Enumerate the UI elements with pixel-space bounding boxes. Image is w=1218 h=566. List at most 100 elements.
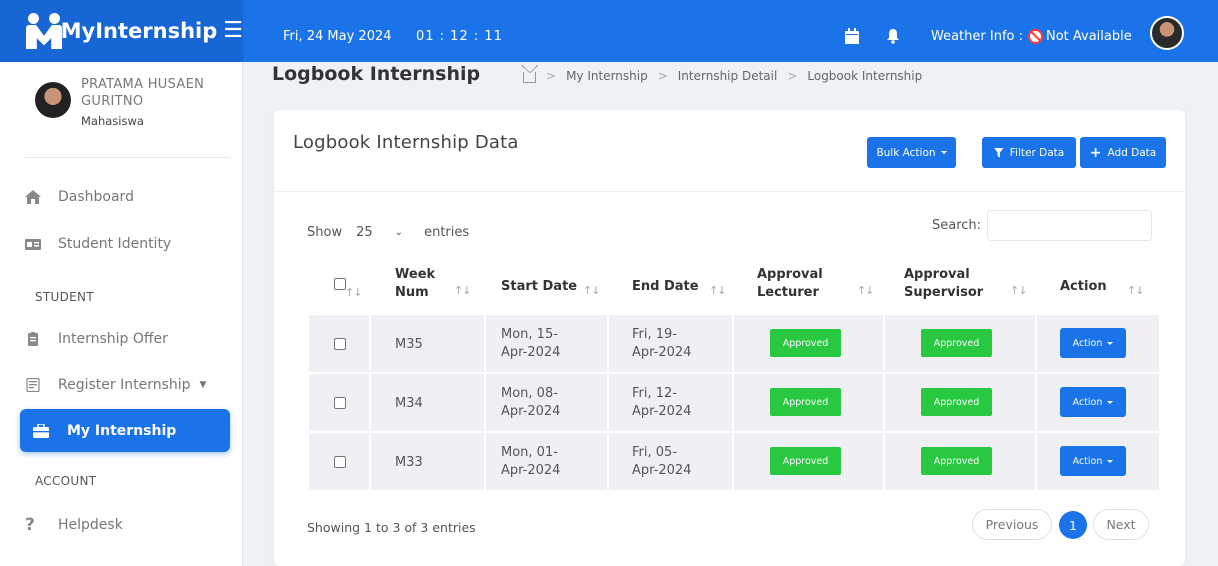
breadcrumb: > My Internship > Internship Detail > Lo… (521, 65, 923, 83)
row-checkbox[interactable] (334, 456, 346, 468)
breadcrumb-internship-detail[interactable]: Internship Detail (678, 69, 778, 83)
status-badge: Approved (770, 447, 841, 475)
top-bar: MyInternship ☰ Fri, 24 May 2024 01 : 12 … (0, 0, 1218, 62)
filter-icon (993, 147, 1004, 158)
status-badge: Approved (770, 388, 841, 416)
start-date-cell: Mon, 01- Apr-2024 (501, 445, 561, 478)
week-num-cell: M34 (395, 396, 423, 411)
sidebar-item-student-identity[interactable]: Student Identity (25, 236, 171, 252)
sidebar-item-label: Student Identity (58, 236, 172, 252)
start-date-cell: Mon, 15- Apr-2024 (501, 327, 561, 360)
status-badge: Approved (770, 329, 841, 357)
no-entry-icon (1027, 29, 1043, 44)
page-title: Logbook Internship (272, 63, 481, 85)
avatar (35, 82, 71, 118)
search-label: Search: (932, 218, 982, 233)
user-profile: PRATAMA HUSAEN GURITNO Mahasiswa (35, 76, 231, 128)
status-badge: Approved (921, 447, 992, 475)
entries-select[interactable]: 25 ⌄ (348, 218, 418, 246)
sidebar-item-label: My Internship (67, 422, 177, 439)
sidebar-item-internship-offer[interactable]: Internship Offer (25, 331, 168, 347)
table-row: M35 Mon, 15- Apr-2024 Fri, 19- Apr-2024 Ap… (309, 315, 1159, 372)
weather-label: Weather Info : (931, 29, 1023, 44)
entries-label: entries (424, 224, 470, 240)
logo-area: MyInternship ☰ (0, 0, 243, 62)
sort-icon[interactable]: ↑↓ (454, 284, 471, 297)
briefcase-icon (33, 423, 49, 438)
card-title: Logbook Internship Data (293, 132, 519, 153)
sort-icon[interactable]: ↑↓ (1127, 284, 1144, 297)
add-data-button[interactable]: + Add Data (1080, 137, 1166, 168)
row-action-button[interactable]: Action (1060, 328, 1126, 358)
table-info: Showing 1 to 3 of 3 entries (307, 520, 476, 535)
calendar-icon[interactable] (845, 28, 859, 44)
row-checkbox[interactable] (334, 338, 346, 350)
app-title: MyInternship (60, 19, 218, 43)
sort-icon[interactable]: ↑↓ (709, 284, 726, 297)
entries-control: Show 25 ⌄ entries (307, 218, 469, 246)
sidebar-item-label: Dashboard (58, 189, 134, 205)
card-header: Logbook Internship Data Bulk Action Filt… (274, 110, 1185, 192)
profile-name: PRATAMA HUSAEN GURITNO (81, 77, 205, 109)
header-action: Action (1060, 279, 1107, 294)
section-account: ACCOUNT (35, 474, 97, 488)
header-end-date[interactable]: End Date (632, 278, 699, 296)
week-num-cell: M35 (395, 337, 423, 352)
end-date-cell: Fri, 12- Apr-2024 (632, 386, 692, 419)
sidebar-item-dashboard[interactable]: Dashboard (25, 189, 134, 205)
row-action-button[interactable]: Action (1060, 446, 1126, 476)
bulk-action-button[interactable]: Bulk Action (867, 137, 956, 168)
page-1-button[interactable]: 1 (1059, 511, 1087, 539)
plus-icon: + (1089, 144, 1102, 161)
header-week-num[interactable]: Week Num (395, 266, 435, 302)
app-logo-icon (26, 13, 62, 49)
end-date-cell: Fri, 19- Apr-2024 (632, 327, 692, 360)
dashboard-icon (25, 190, 41, 204)
sort-icon[interactable]: ↑↓ (1010, 284, 1027, 297)
logbook-card: Logbook Internship Data Bulk Action Filt… (274, 110, 1185, 566)
clipboard-icon (28, 332, 38, 346)
bell-icon[interactable] (886, 28, 900, 44)
search-input[interactable] (987, 210, 1152, 241)
previous-page-button[interactable]: Previous (972, 509, 1052, 540)
id-card-icon (25, 239, 41, 250)
filter-data-button[interactable]: Filter Data (982, 137, 1076, 168)
table-row: M34 Mon, 08- Apr-2024 Fri, 12- Apr-2024 Ap… (309, 374, 1159, 431)
breadcrumb-logbook-internship: Logbook Internship (807, 68, 923, 83)
start-date-cell: Mon, 08- Apr-2024 (501, 386, 561, 419)
question-icon: ? (25, 515, 35, 535)
header-approval-supervisor[interactable]: Approval Supervisor (904, 266, 983, 302)
sidebar-item-label: Register Internship (58, 377, 191, 393)
show-label: Show (307, 224, 343, 240)
header-approval-lecturer[interactable]: Approval Lecturer (757, 266, 823, 302)
sidebar-item-helpdesk[interactable]: ? Helpdesk (25, 515, 123, 535)
caret-down-icon (940, 151, 947, 154)
sidebar-item-register-internship[interactable]: Register Internship ▼ (25, 377, 206, 393)
breadcrumb-my-internship[interactable]: My Internship (566, 69, 648, 83)
form-icon (26, 378, 40, 392)
sidebar-item-label: Helpdesk (58, 517, 123, 533)
sidebar-item-label: Internship Offer (58, 331, 168, 347)
next-page-button[interactable]: Next (1093, 509, 1149, 540)
row-checkbox[interactable] (334, 397, 346, 409)
section-student: STUDENT (35, 290, 94, 304)
sidebar-item-my-internship[interactable]: My Internship (20, 409, 230, 452)
weather-value: Not Available (1045, 29, 1132, 44)
user-avatar[interactable] (1150, 16, 1184, 50)
sort-icon[interactable]: ↑↓ (857, 284, 874, 297)
sidebar: PRATAMA HUSAEN GURITNO Mahasiswa Dashboa… (0, 62, 243, 566)
end-date-cell: Fri, 05- Apr-2024 (632, 445, 692, 478)
chevron-down-icon: ▼ (199, 380, 207, 390)
table-row: M33 Mon, 01- Apr-2024 Fri, 05- Apr-2024 Ap… (309, 433, 1159, 490)
profile-role: Mahasiswa (81, 114, 144, 128)
weather-info: Weather Info : Not Available (931, 29, 1132, 44)
menu-icon[interactable]: ☰ (223, 20, 243, 42)
sort-icon[interactable]: ↑↓ (583, 284, 600, 297)
header-start-date[interactable]: Start Date (501, 278, 577, 296)
status-badge: Approved (921, 388, 992, 416)
sort-icon[interactable]: ↑↓ (345, 286, 362, 299)
status-badge: Approved (921, 329, 992, 357)
home-icon[interactable] (521, 65, 538, 83)
topbar-time: 01 : 12 : 11 (416, 29, 503, 44)
row-action-button[interactable]: Action (1060, 387, 1126, 417)
